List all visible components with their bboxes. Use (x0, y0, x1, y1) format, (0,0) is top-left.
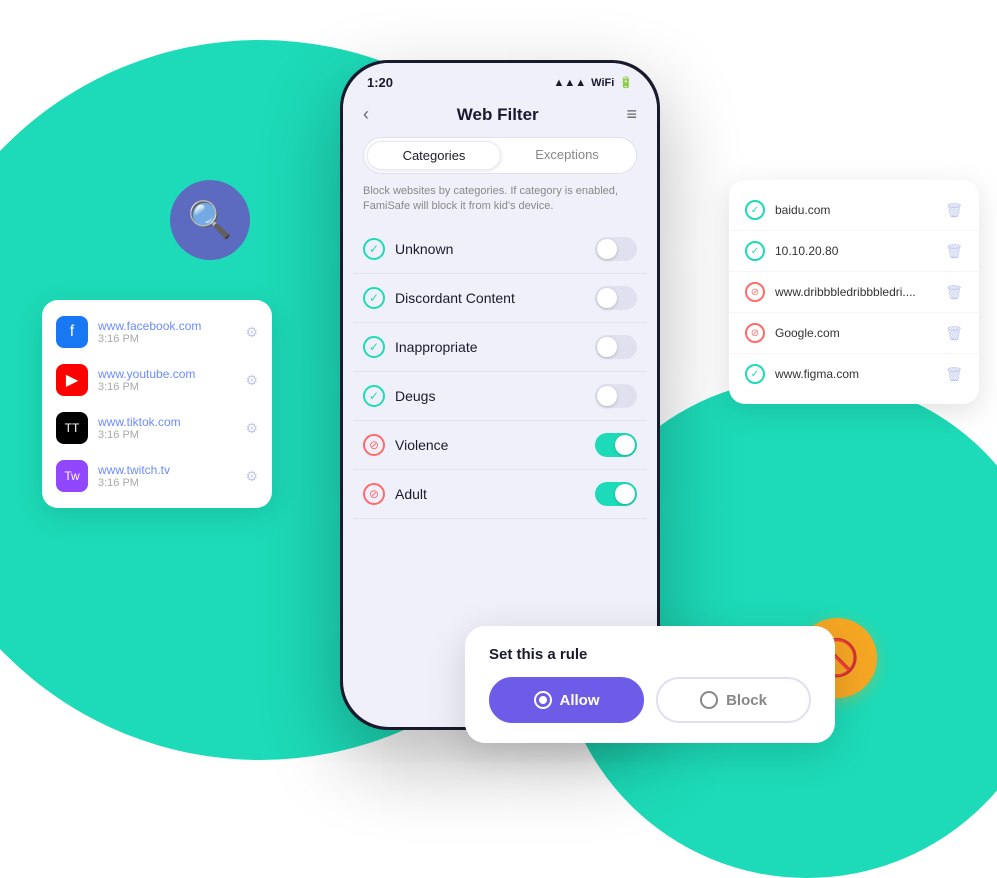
search-icon: 🔍 (188, 199, 233, 241)
phone-header: ‹ Web Filter ≡ (343, 96, 657, 137)
list-item: Tw www.twitch.tv 3:16 PM ⚙ (42, 452, 272, 500)
toggle-knob (597, 239, 617, 259)
allow-icon: ✓ (745, 364, 765, 384)
list-item: TT www.tiktok.com 3:16 PM ⚙ (42, 404, 272, 452)
list-item: f www.facebook.com 3:16 PM ⚙ (42, 308, 272, 356)
history-url: www.youtube.com (98, 367, 235, 381)
category-item-discordant: ✓ Discordant Content (353, 274, 647, 323)
status-icons: ▲▲▲ WiFi 🔋 (554, 76, 634, 89)
allow-icon: ✓ (745, 241, 765, 261)
block-icon: ⊘ (363, 483, 385, 505)
filter-description: Block websites by categories. If categor… (343, 184, 657, 225)
status-time: 1:20 (367, 75, 393, 90)
toggle-knob (597, 337, 617, 357)
category-toggle-unknown[interactable] (595, 237, 637, 261)
exception-url: Google.com (775, 326, 935, 340)
category-toggle-deugs[interactable] (595, 384, 637, 408)
delete-icon[interactable]: 🗑 (945, 284, 963, 301)
twitch-icon: Tw (56, 460, 88, 492)
tab-switcher: Categories Exceptions (363, 137, 637, 174)
exception-url: www.dribbbledribbbledri.... (775, 285, 935, 299)
category-item-adult: ⊘ Adult (353, 470, 647, 519)
history-time: 3:16 PM (98, 429, 235, 441)
history-card: f www.facebook.com 3:16 PM ⚙ ▶ www.youtu… (42, 300, 272, 508)
youtube-icon: ▶ (56, 364, 88, 396)
tiktok-icon: TT (56, 412, 88, 444)
check-icon: ✓ (363, 238, 385, 260)
radio-allow (534, 691, 552, 709)
category-name: Deugs (395, 388, 435, 404)
category-name: Discordant Content (395, 290, 515, 306)
rule-options: Allow Block (489, 677, 811, 723)
exception-item: ⊘ www.dribbbledribbbledri.... 🗑 (729, 272, 979, 313)
toggle-knob (615, 435, 635, 455)
category-name: Violence (395, 437, 448, 453)
search-circle: 🔍 (170, 180, 250, 260)
category-name: Inappropriate (395, 339, 478, 355)
history-url: www.facebook.com (98, 319, 235, 333)
allow-option[interactable]: Allow (489, 677, 644, 723)
signal-icon: ▲▲▲ (554, 77, 587, 89)
history-url: www.tiktok.com (98, 415, 235, 429)
toggle-knob (597, 288, 617, 308)
category-toggle-violence[interactable] (595, 433, 637, 457)
toggle-knob (597, 386, 617, 406)
category-item-unknown: ✓ Unknown (353, 225, 647, 274)
exception-item: ✓ baidu.com 🗑 (729, 190, 979, 231)
exception-item: ⊘ Google.com 🗑 (729, 313, 979, 354)
radio-block (700, 691, 718, 709)
exceptions-card: ✓ baidu.com 🗑 ✓ 10.10.20.80 🗑 ⊘ www.drib… (729, 180, 979, 404)
history-time: 3:16 PM (98, 477, 235, 489)
category-toggle-inappropriate[interactable] (595, 335, 637, 359)
block-icon: ⊘ (745, 323, 765, 343)
radio-dot (539, 696, 547, 704)
exception-item: ✓ www.figma.com 🗑 (729, 354, 979, 394)
rule-popup-title: Set this a rule (489, 646, 811, 663)
tab-categories[interactable]: Categories (367, 141, 501, 170)
delete-icon[interactable]: 🗑 (945, 202, 963, 219)
history-url: www.twitch.tv (98, 463, 235, 477)
block-icon: ⊘ (363, 434, 385, 456)
category-toggle-discordant[interactable] (595, 286, 637, 310)
battery-icon: 🔋 (619, 76, 633, 89)
tab-exceptions[interactable]: Exceptions (501, 141, 633, 170)
facebook-icon: f (56, 316, 88, 348)
category-toggle-adult[interactable] (595, 482, 637, 506)
block-icon: ⊘ (745, 282, 765, 302)
category-name: Adult (395, 486, 427, 502)
delete-icon[interactable]: 🗑 (945, 366, 963, 383)
menu-button[interactable]: ≡ (626, 104, 637, 125)
exception-url: 10.10.20.80 (775, 244, 935, 258)
delete-icon[interactable]: 🗑 (945, 243, 963, 260)
category-item-inappropriate: ✓ Inappropriate (353, 323, 647, 372)
category-item-violence: ⊘ Violence (353, 421, 647, 470)
category-item-deugs: ✓ Deugs (353, 372, 647, 421)
status-bar: 1:20 ▲▲▲ WiFi 🔋 (343, 63, 657, 96)
wifi-icon: WiFi (591, 77, 614, 89)
page-title: Web Filter (457, 105, 539, 125)
allow-label: Allow (560, 692, 600, 709)
list-item: ▶ www.youtube.com 3:16 PM ⚙ (42, 356, 272, 404)
toggle-knob (615, 484, 635, 504)
exception-url: baidu.com (775, 203, 935, 217)
history-time: 3:16 PM (98, 333, 235, 345)
exception-url: www.figma.com (775, 367, 935, 381)
rule-popup: Set this a rule Allow Block (465, 626, 835, 743)
gear-icon[interactable]: ⚙ (245, 468, 258, 485)
category-name: Unknown (395, 241, 453, 257)
history-time: 3:16 PM (98, 381, 235, 393)
check-icon: ✓ (363, 287, 385, 309)
delete-icon[interactable]: 🗑 (945, 325, 963, 342)
allow-icon: ✓ (745, 200, 765, 220)
exception-item: ✓ 10.10.20.80 🗑 (729, 231, 979, 272)
gear-icon[interactable]: ⚙ (245, 420, 258, 437)
check-icon: ✓ (363, 336, 385, 358)
back-button[interactable]: ‹ (363, 104, 369, 125)
check-icon: ✓ (363, 385, 385, 407)
block-label: Block (726, 692, 767, 709)
block-option[interactable]: Block (656, 677, 811, 723)
gear-icon[interactable]: ⚙ (245, 324, 258, 341)
gear-icon[interactable]: ⚙ (245, 372, 258, 389)
